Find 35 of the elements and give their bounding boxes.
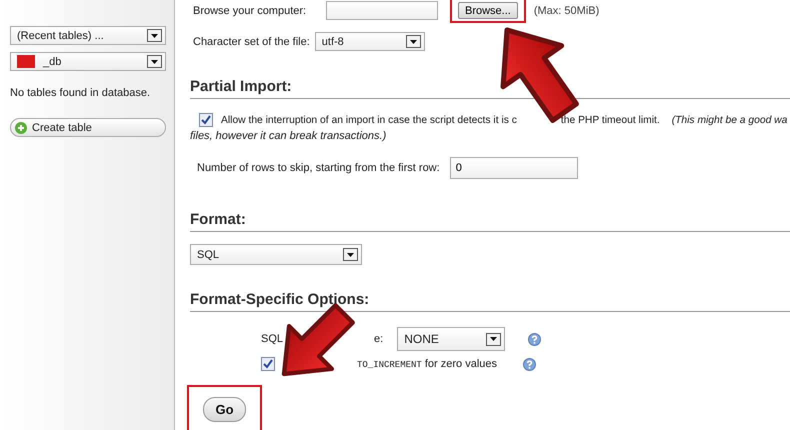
charset-dropdown[interactable]: utf-8 xyxy=(314,32,425,51)
section-heading: Format: xyxy=(190,211,790,232)
dropdown-value: (Recent tables) ... xyxy=(17,30,104,42)
option-text: the PHP timeout limit. xyxy=(560,114,660,126)
go-button[interactable]: Go xyxy=(203,397,246,422)
option-note: (This might be a good wa xyxy=(672,114,788,126)
option-note: files, however it can break transactions.) xyxy=(190,130,386,142)
checkbox[interactable] xyxy=(261,357,275,371)
compat-label: SQL xyxy=(261,333,284,345)
compat-label: e: xyxy=(374,333,384,345)
empty-message: No tables found in database. xyxy=(10,87,152,99)
caret-icon xyxy=(406,35,421,48)
format-dropdown[interactable]: SQL xyxy=(190,244,362,265)
dropdown[interactable]: _db xyxy=(10,52,166,71)
plus-icon xyxy=(15,122,27,134)
caret-icon xyxy=(486,332,502,346)
option-text: Allow the interruption of an import in case the script detects it is c xyxy=(221,114,517,126)
option-text: TO_INCREMENT for zero values xyxy=(357,358,498,370)
caret-icon xyxy=(343,248,358,261)
checkbox[interactable] xyxy=(199,113,213,127)
help-icon[interactable] xyxy=(528,332,542,346)
compat-dropdown[interactable]: NONE xyxy=(397,327,506,351)
skip-rows-field[interactable]: 0 xyxy=(450,157,578,179)
dropdown[interactable]: (Recent tables) ... xyxy=(10,26,166,45)
create-table-button[interactable]: Create table xyxy=(10,118,166,137)
max-size-note: (Max: 50MiB) xyxy=(534,4,600,16)
skip-rows-label: Number of rows to skip, starting from the first row: xyxy=(197,162,440,174)
browse-button[interactable]: Browse... xyxy=(458,2,518,19)
dropdown-value: _db xyxy=(43,56,62,68)
file-field[interactable] xyxy=(326,1,438,20)
caret-icon xyxy=(147,29,162,42)
help-icon[interactable] xyxy=(523,358,536,370)
charset-label: Character set of the file: xyxy=(193,36,310,48)
caret-icon xyxy=(147,55,162,68)
browse-label: Browse your computer: xyxy=(193,4,308,16)
